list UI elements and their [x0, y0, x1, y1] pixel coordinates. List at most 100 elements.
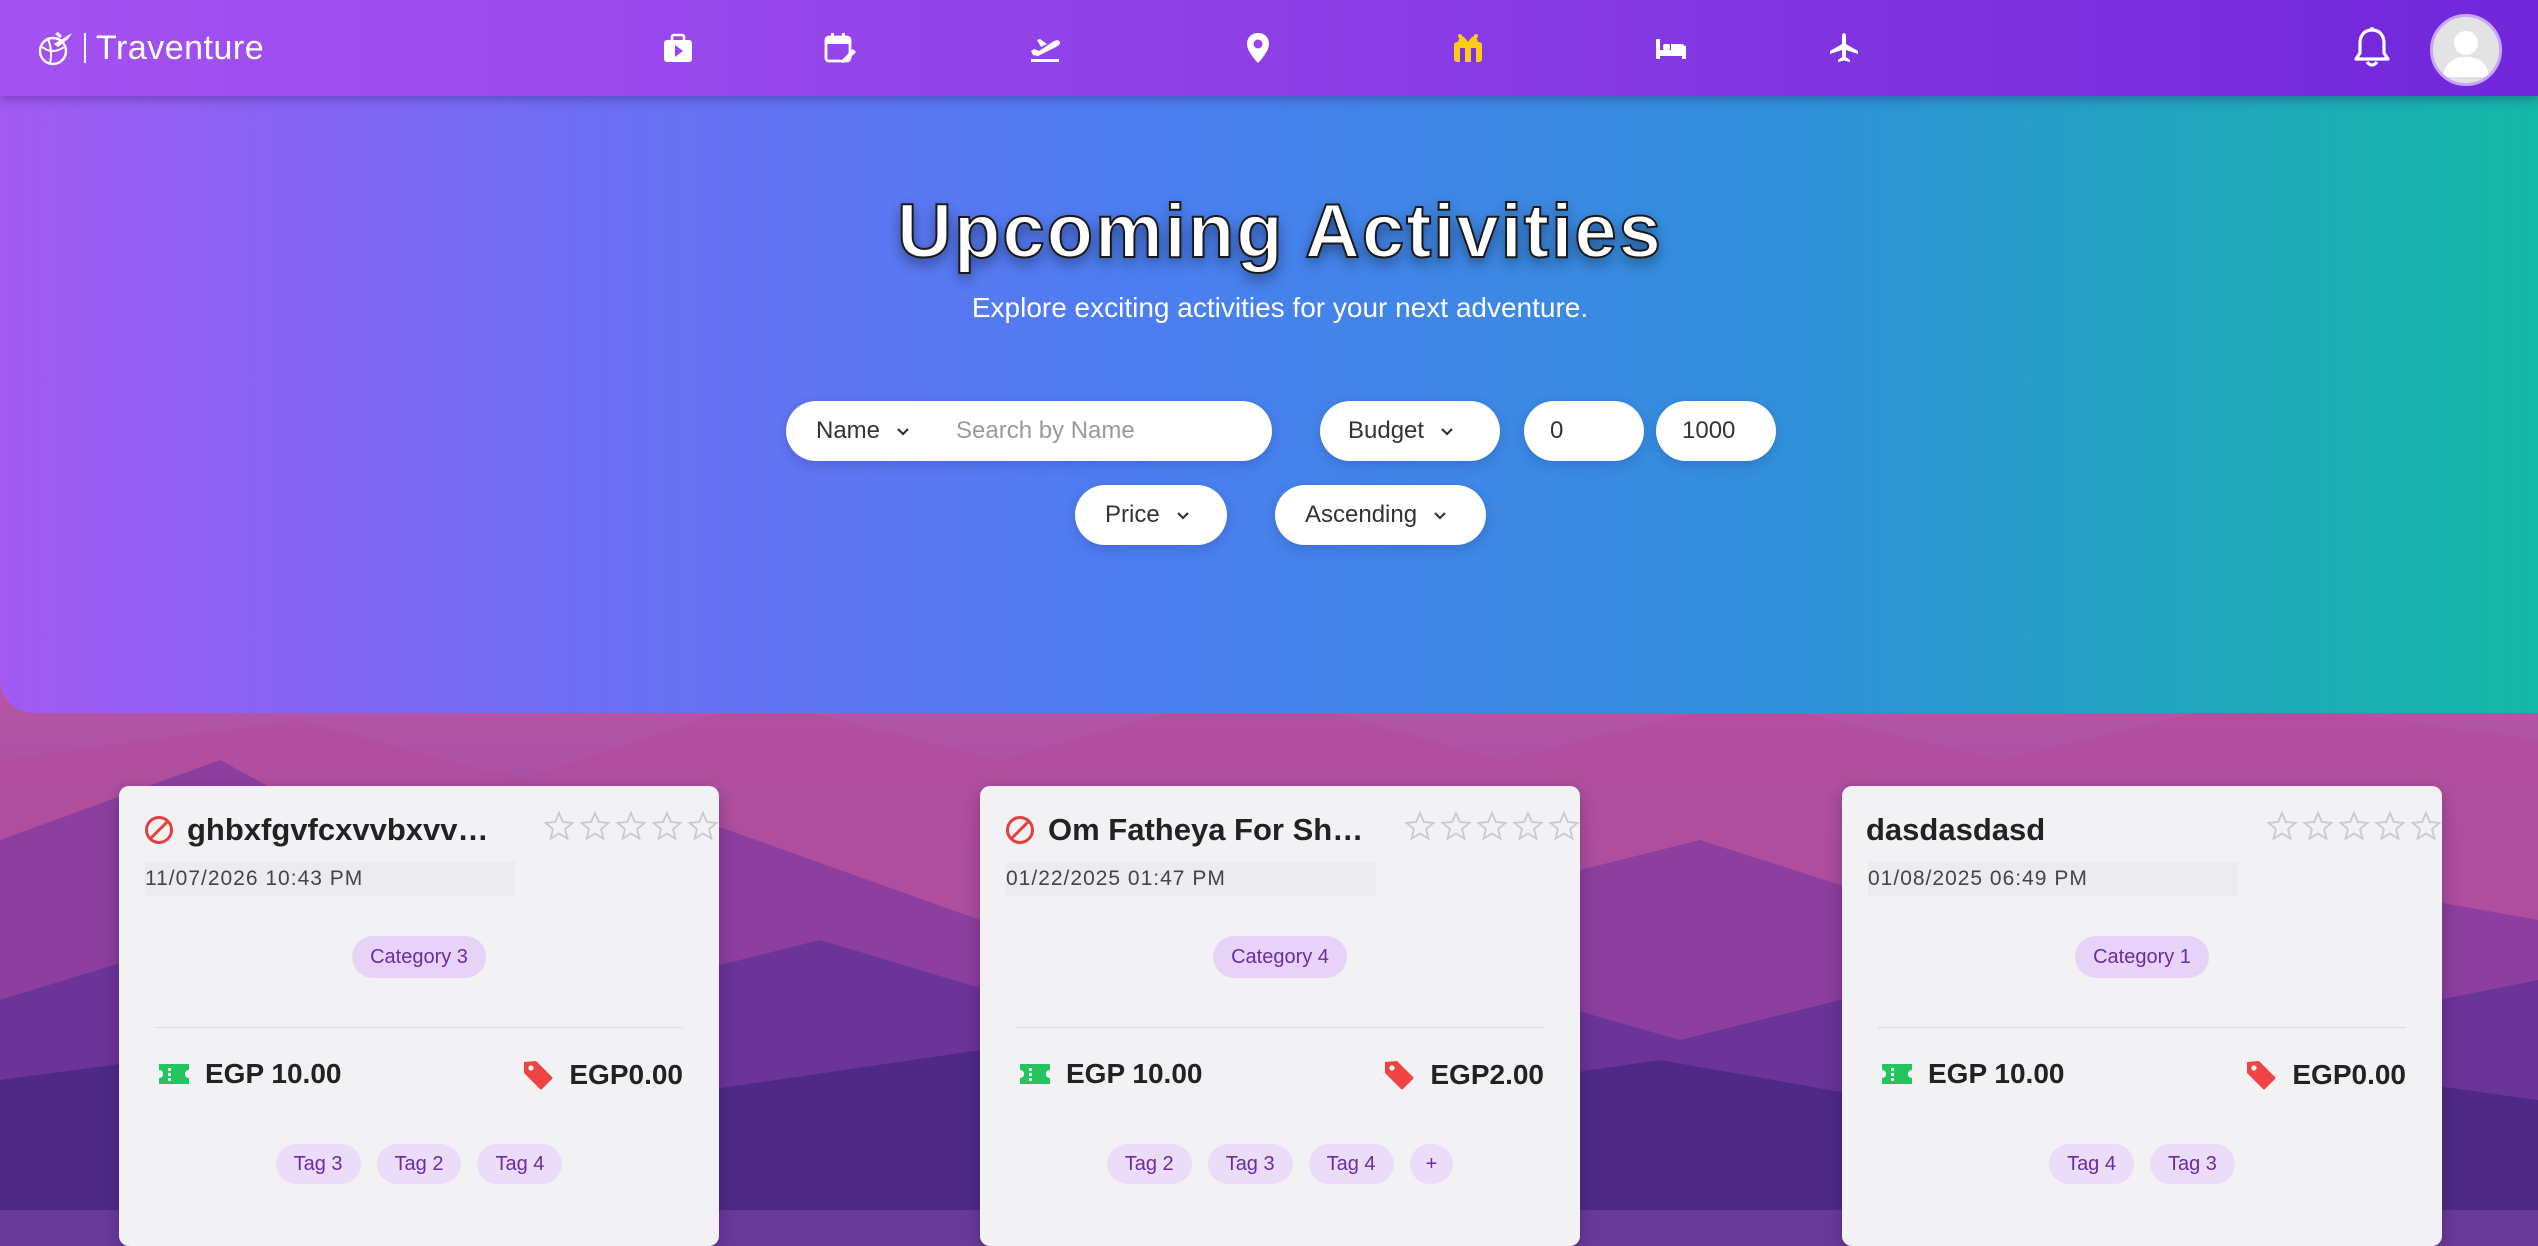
- top-navbar: Traventure: [0, 0, 2538, 96]
- ticket-price: EGP 10.00: [157, 1058, 341, 1090]
- card-divider: [1878, 1027, 2406, 1028]
- card-date: 11/07/2026 10:43 PM: [145, 862, 515, 896]
- budget-select-label: Budget: [1348, 417, 1425, 444]
- star-outline-icon[interactable]: [2374, 810, 2406, 842]
- ticket-price-value: EGP 10.00: [1928, 1058, 2065, 1089]
- price-tag-icon: [524, 1061, 553, 1090]
- chevron-down-icon: [897, 428, 909, 436]
- discount-price: EGP0.00: [2244, 1058, 2406, 1092]
- sort-by-value: Price: [1105, 501, 1160, 528]
- search-filter: Name: [786, 401, 1272, 461]
- discount-price: EGP2.00: [1382, 1058, 1544, 1092]
- ticket-icon: [1020, 1064, 1050, 1084]
- tag-chip: Tag 4: [1308, 1144, 1394, 1184]
- search-field-select[interactable]: Name: [816, 417, 944, 445]
- tag-chip: Tag 3: [1207, 1144, 1293, 1184]
- user-avatar[interactable]: [2430, 14, 2502, 86]
- card-header: dasdasdasd: [1866, 812, 2045, 848]
- category-chip: Category 1: [2075, 936, 2209, 978]
- category-chip: Category 4: [1213, 936, 1347, 978]
- tag-list: Tag 3 Tag 2 Tag 4: [119, 1144, 719, 1184]
- search-input[interactable]: [954, 416, 1258, 446]
- ban-icon: [145, 816, 173, 844]
- user-silhouette-icon: [2443, 31, 2489, 77]
- star-outline-icon[interactable]: [687, 810, 719, 842]
- page-title: Upcoming Activities: [896, 188, 1663, 275]
- star-outline-icon[interactable]: [651, 810, 683, 842]
- activity-card[interactable]: ghbxfgvfcxvvbxvvx… 11/07/2026 10:43 PM C…: [119, 786, 719, 1246]
- chevron-down-icon: [1176, 512, 1189, 520]
- notifications-bell-icon[interactable]: [2350, 24, 2394, 72]
- star-outline-icon[interactable]: [2410, 810, 2442, 842]
- budget-max-input[interactable]: [1680, 416, 1754, 446]
- tag-list: Tag 2 Tag 3 Tag 4 +: [980, 1144, 1580, 1184]
- discount-price-value: EGP0.00: [2292, 1059, 2406, 1090]
- budget-min-field: [1524, 401, 1644, 461]
- ticket-icon: [159, 1064, 189, 1084]
- nav-map-pin-icon[interactable]: [1236, 26, 1280, 70]
- card-header: Om Fatheya For Sh…: [1004, 812, 1363, 848]
- star-outline-icon[interactable]: [579, 810, 611, 842]
- ticket-price: EGP 10.00: [1018, 1058, 1202, 1090]
- star-outline-icon[interactable]: [2338, 810, 2370, 842]
- price-tag-icon: [2247, 1061, 2276, 1090]
- star-outline-icon[interactable]: [1476, 810, 1508, 842]
- star-outline-icon[interactable]: [615, 810, 647, 842]
- activity-card[interactable]: Om Fatheya For Sh… 01/22/2025 01:47 PM C…: [980, 786, 1580, 1246]
- nav-bed-icon[interactable]: [1649, 26, 1693, 70]
- page-subtitle: Explore exciting activities for your nex…: [971, 292, 1589, 323]
- star-outline-icon[interactable]: [2266, 810, 2298, 842]
- star-outline-icon[interactable]: [1440, 810, 1472, 842]
- budget-max-field: [1656, 401, 1776, 461]
- nav-activities-icon[interactable]: [1446, 26, 1490, 70]
- more-tags-button[interactable]: +: [1409, 1144, 1454, 1184]
- nav-video-icon[interactable]: [656, 26, 700, 70]
- star-outline-icon[interactable]: [2302, 810, 2334, 842]
- rating-stars: [543, 810, 719, 842]
- nav-plane-departure-icon[interactable]: [1023, 26, 1067, 70]
- card-date: 01/22/2025 01:47 PM: [1006, 862, 1376, 896]
- card-title: ghbxfgvfcxvvbxvvx…: [187, 812, 505, 847]
- card-divider: [155, 1027, 683, 1028]
- hero-banner: Upcoming Activities Explore exciting act…: [0, 96, 2538, 713]
- price-tag-icon: [1385, 1061, 1414, 1090]
- chevron-down-icon: [1441, 428, 1453, 436]
- sort-by-select[interactable]: Price: [1075, 485, 1227, 545]
- sort-order-value: Ascending: [1305, 501, 1418, 528]
- ticket-icon: [1882, 1064, 1912, 1084]
- tag-chip: Tag 4: [477, 1144, 563, 1184]
- budget-select[interactable]: Budget: [1320, 401, 1500, 461]
- discount-price: EGP0.00: [521, 1058, 683, 1092]
- tag-list: Tag 4 Tag 3: [1842, 1144, 2442, 1184]
- ticket-price-value: EGP 10.00: [1066, 1058, 1203, 1089]
- ticket-price-value: EGP 10.00: [205, 1058, 342, 1089]
- tag-chip: Tag 4: [2049, 1144, 2134, 1184]
- discount-price-value: EGP0.00: [569, 1059, 683, 1090]
- star-outline-icon[interactable]: [1512, 810, 1544, 842]
- budget-min-input[interactable]: [1548, 416, 1622, 446]
- card-date: 01/08/2025 06:49 PM: [1868, 862, 2238, 896]
- nav-plane-icon[interactable]: [1822, 26, 1866, 70]
- star-outline-icon[interactable]: [1404, 810, 1436, 842]
- rating-stars: [2266, 810, 2442, 842]
- tag-chip: Tag 2: [1106, 1144, 1192, 1184]
- ticket-price: EGP 10.00: [1880, 1058, 2064, 1090]
- search-field-select-value: Name: [816, 417, 881, 444]
- card-title: dasdasdasd: [1866, 812, 2046, 847]
- category-chip: Category 3: [352, 936, 486, 978]
- card-header: ghbxfgvfcxvvbxvvx…: [143, 812, 505, 848]
- discount-price-value: EGP2.00: [1430, 1059, 1544, 1090]
- ban-icon: [1006, 816, 1034, 844]
- nav-icon-bar: [0, 26, 2538, 70]
- star-outline-icon[interactable]: [543, 810, 575, 842]
- tag-chip: Tag 2: [376, 1144, 462, 1184]
- sort-order-select[interactable]: Ascending: [1275, 485, 1486, 545]
- card-divider: [1016, 1027, 1544, 1028]
- chevron-down-icon: [1434, 512, 1446, 520]
- rating-stars: [1404, 810, 1580, 842]
- tag-chip: Tag 3: [275, 1144, 361, 1184]
- tag-chip: Tag 3: [2150, 1144, 2235, 1184]
- activity-card[interactable]: dasdasdasd 01/08/2025 06:49 PM Category …: [1842, 786, 2442, 1246]
- nav-calendar-edit-icon[interactable]: [818, 26, 862, 70]
- star-outline-icon[interactable]: [1548, 810, 1580, 842]
